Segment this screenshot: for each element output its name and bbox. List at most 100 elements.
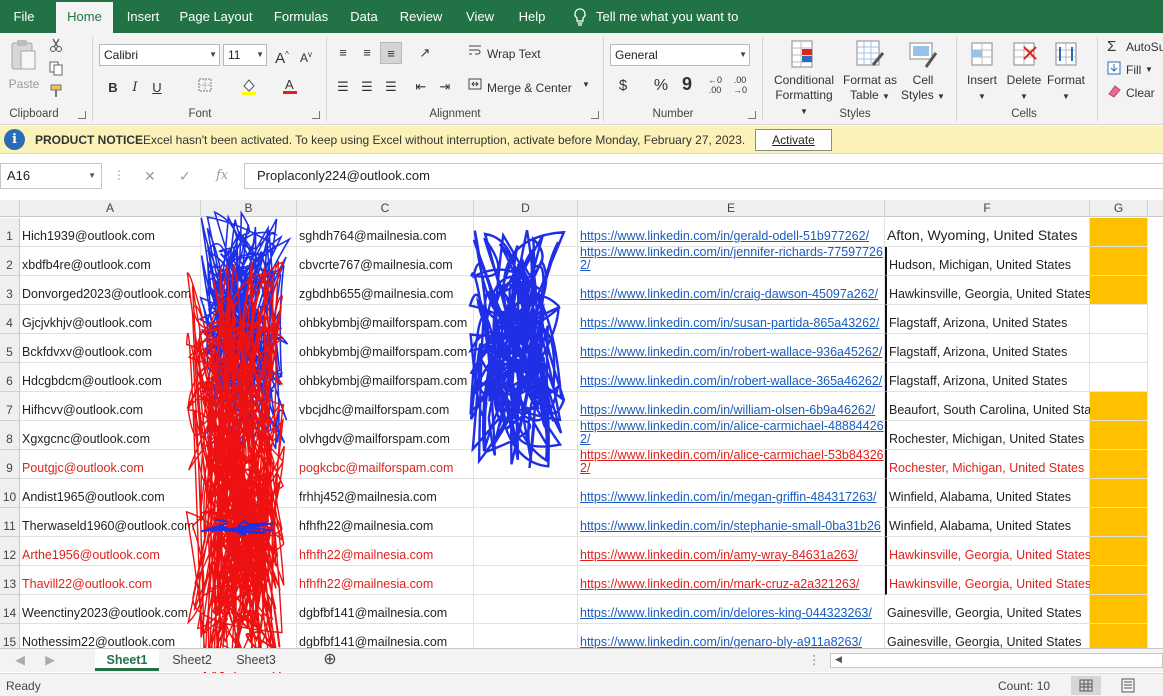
tab-page-layout[interactable]: Page Layout bbox=[176, 0, 256, 33]
fill-color-icon[interactable] bbox=[238, 77, 260, 99]
location-cell[interactable]: Winfield, Alabama, United States bbox=[885, 479, 1090, 508]
email-cell[interactable]: Arthe1956@outlook.com bbox=[20, 537, 201, 566]
redacted-cell[interactable] bbox=[201, 450, 297, 479]
column-header-f[interactable]: F bbox=[885, 200, 1090, 217]
merge-center-icon[interactable] bbox=[464, 76, 486, 98]
email-cell[interactable]: Weenctiny2023@outlook.com bbox=[20, 595, 201, 624]
location-cell[interactable]: Beaufort, South Carolina, United States bbox=[885, 392, 1108, 421]
merge-center-button[interactable]: Merge & Center bbox=[487, 81, 572, 95]
redacted-cell[interactable] bbox=[201, 421, 297, 450]
redacted-cell[interactable] bbox=[474, 450, 578, 479]
highlight-cell[interactable] bbox=[1090, 624, 1148, 648]
location-cell[interactable]: Flagstaff, Arizona, United States bbox=[885, 305, 1090, 334]
number-launcher-icon[interactable] bbox=[748, 111, 756, 119]
email-cell[interactable]: Gjcjvkhjv@outlook.com bbox=[20, 305, 201, 334]
redacted-cell[interactable] bbox=[201, 595, 297, 624]
paste-button[interactable]: Paste bbox=[6, 37, 42, 92]
redacted-cell[interactable] bbox=[474, 392, 578, 421]
linkedin-url-cell[interactable]: https://www.linkedin.com/in/craig-dawson… bbox=[578, 276, 885, 305]
fill-button[interactable]: Fill bbox=[1126, 63, 1141, 77]
linkedin-url-cell[interactable]: https://www.linkedin.com/in/susan-partid… bbox=[578, 305, 885, 334]
alt-email-cell[interactable]: pogkcbc@mailforspam.com bbox=[297, 450, 474, 479]
redacted-cell[interactable] bbox=[474, 624, 578, 648]
column-header-c[interactable]: C bbox=[297, 200, 474, 217]
email-cell[interactable]: Hdcgbdcm@outlook.com bbox=[20, 363, 201, 392]
grow-font-button[interactable]: A^ bbox=[271, 44, 293, 67]
worksheet-grid[interactable]: A B C D E F G 1 Hich1939@outlook.com sghdh… bbox=[0, 200, 1163, 648]
highlight-cell[interactable] bbox=[1090, 508, 1148, 537]
insert-function-icon[interactable]: fx bbox=[216, 168, 228, 183]
sheet-tab-sheet1[interactable]: Sheet1 bbox=[95, 649, 159, 671]
tab-data[interactable]: Data bbox=[344, 0, 384, 33]
row-header[interactable]: 6 bbox=[0, 363, 20, 392]
comma-button[interactable]: 9 bbox=[676, 73, 698, 95]
email-cell[interactable]: Xgxgcnc@outlook.com bbox=[20, 421, 201, 450]
tell-me-search[interactable]: Tell me what you want to do bbox=[596, 0, 756, 57]
insert-cells-button[interactable]: Insert ▼ bbox=[962, 39, 1002, 104]
row-header[interactable]: 7 bbox=[0, 392, 20, 421]
currency-button[interactable]: $ bbox=[612, 75, 634, 97]
shrink-font-button[interactable]: Av bbox=[295, 44, 317, 66]
redacted-cell[interactable] bbox=[474, 595, 578, 624]
highlight-cell[interactable] bbox=[1090, 595, 1148, 624]
email-cell[interactable]: Nothessim22@outlook.com bbox=[20, 624, 201, 648]
row-header[interactable]: 11 bbox=[0, 508, 20, 537]
sheet-tab-sheet3[interactable]: Sheet3 bbox=[228, 649, 284, 671]
email-cell[interactable]: Donvorged2023@outlook.com bbox=[20, 276, 201, 305]
location-cell[interactable]: Gainesville, Georgia, United States bbox=[885, 624, 1090, 648]
percent-button[interactable]: % bbox=[650, 75, 672, 97]
highlight-cell[interactable] bbox=[1090, 421, 1148, 450]
tab-home[interactable]: Home bbox=[56, 2, 113, 33]
name-box[interactable]: A16 ▼ bbox=[0, 163, 102, 189]
font-size-select[interactable]: 11 ▼ bbox=[223, 44, 267, 66]
sheet-tab-sheet2[interactable]: Sheet2 bbox=[164, 649, 220, 671]
conditional-formatting-button[interactable]: Conditional Formatting ▼ bbox=[770, 39, 838, 119]
align-right-icon[interactable]: ☰ bbox=[380, 76, 402, 98]
redacted-cell[interactable] bbox=[201, 392, 297, 421]
highlight-cell[interactable] bbox=[1090, 392, 1148, 421]
redacted-cell[interactable] bbox=[474, 218, 578, 247]
cell-styles-button[interactable]: Cell Styles ▼ bbox=[900, 39, 946, 104]
borders-icon[interactable] bbox=[194, 77, 216, 99]
highlight-cell[interactable] bbox=[1090, 276, 1148, 305]
align-left-icon[interactable]: ☰ bbox=[332, 76, 354, 98]
scroll-left-icon[interactable]: ◀ bbox=[835, 654, 842, 665]
align-middle-icon[interactable]: ≡ bbox=[356, 42, 378, 64]
location-cell[interactable]: Rochester, Michigan, United States bbox=[885, 450, 1090, 479]
linkedin-url-cell[interactable]: https://www.linkedin.com/in/william-olse… bbox=[578, 392, 885, 421]
format-painter-icon[interactable] bbox=[45, 83, 67, 105]
redacted-cell[interactable] bbox=[201, 624, 297, 648]
email-cell[interactable]: Poutgjc@outlook.com bbox=[20, 450, 201, 479]
row-header[interactable]: 8 bbox=[0, 421, 20, 450]
delete-cells-button[interactable]: Delete ▼ bbox=[1003, 39, 1045, 104]
horizontal-scrollbar[interactable]: ◀ bbox=[830, 653, 1163, 668]
email-cell[interactable]: Bckfdvxv@outlook.com bbox=[20, 334, 201, 363]
redacted-cell[interactable] bbox=[474, 363, 578, 392]
align-center-icon[interactable]: ☰ bbox=[356, 76, 378, 98]
email-cell[interactable]: Hich1939@outlook.com bbox=[20, 218, 201, 247]
redacted-cell[interactable] bbox=[474, 566, 578, 595]
location-cell[interactable]: Flagstaff, Arizona, United States bbox=[885, 363, 1090, 392]
tab-insert[interactable]: Insert bbox=[118, 0, 168, 33]
redacted-cell[interactable] bbox=[474, 479, 578, 508]
linkedin-url-cell[interactable]: https://www.linkedin.com/in/alice-carmic… bbox=[578, 421, 885, 450]
alt-email-cell[interactable]: cbvcrte767@mailnesia.com bbox=[297, 247, 474, 276]
location-cell[interactable]: Hawkinsville, Georgia, United States bbox=[885, 537, 1091, 566]
alt-email-cell[interactable]: sghdh764@mailnesia.com bbox=[297, 218, 474, 247]
tab-review[interactable]: Review bbox=[394, 0, 448, 33]
autosum-icon[interactable]: Σ bbox=[1107, 38, 1116, 55]
email-cell[interactable]: Hifhcvv@outlook.com bbox=[20, 392, 201, 421]
underline-button[interactable]: U bbox=[146, 77, 168, 99]
highlight-cell[interactable] bbox=[1090, 247, 1148, 276]
select-all-corner[interactable] bbox=[0, 200, 20, 217]
linkedin-url-cell[interactable]: https://www.linkedin.com/in/stephanie-sm… bbox=[578, 508, 885, 537]
location-cell[interactable]: Hawkinsville, Georgia, United States bbox=[885, 566, 1091, 595]
location-cell[interactable]: Winfield, Alabama, United States bbox=[885, 508, 1090, 537]
format-cells-button[interactable]: Format ▼ bbox=[1044, 39, 1088, 104]
redacted-cell[interactable] bbox=[474, 305, 578, 334]
bold-button[interactable]: B bbox=[102, 77, 124, 99]
increase-decimal-icon[interactable]: ←0.00 bbox=[704, 75, 726, 97]
linkedin-url-cell[interactable]: https://www.linkedin.com/in/megan-griffi… bbox=[578, 479, 885, 508]
highlight-cell[interactable] bbox=[1090, 305, 1148, 334]
alt-email-cell[interactable]: hfhfh22@mailnesia.com bbox=[297, 566, 474, 595]
